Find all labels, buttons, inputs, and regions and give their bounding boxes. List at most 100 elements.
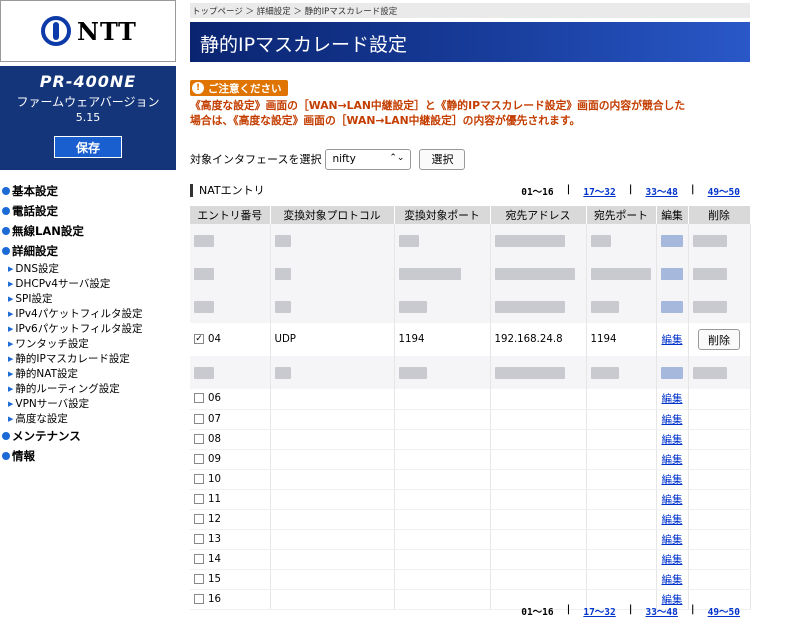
triangle-right-icon: ▶ xyxy=(8,414,14,423)
entry-checkbox[interactable] xyxy=(194,433,204,444)
menu-advanced[interactable]: ▶ 高度な設定 xyxy=(2,411,180,426)
menu-maintenance[interactable]: メンテナンス xyxy=(2,426,180,446)
empty-cell xyxy=(688,509,751,530)
col-protocol: 変換対象プロトコル xyxy=(270,206,395,224)
edit-link[interactable]: 編集 xyxy=(662,554,683,566)
redacted-block xyxy=(194,300,214,313)
entry-checkbox[interactable] xyxy=(194,513,204,524)
triangle-right-icon: ▶ xyxy=(8,324,14,333)
empty-cell xyxy=(688,429,751,450)
entry-checkbox[interactable] xyxy=(194,473,204,484)
entry-checkbox[interactable] xyxy=(194,553,204,564)
entry-number: 09 xyxy=(208,453,221,465)
select-button[interactable]: 選択 xyxy=(419,148,466,170)
pager-current: 01〜16 xyxy=(521,607,554,618)
entry-checkbox[interactable] xyxy=(194,453,204,464)
entry-checkbox[interactable] xyxy=(194,573,204,584)
entry-checkbox[interactable] xyxy=(194,393,204,404)
entry-checkbox[interactable] xyxy=(194,533,204,544)
redacted-block xyxy=(692,234,727,247)
empty-cell xyxy=(270,509,395,530)
redacted-block xyxy=(274,267,291,280)
menu-dhcpv4[interactable]: ▶ DHCPv4サーバ設定 xyxy=(2,276,180,291)
redacted-block xyxy=(590,366,619,379)
menu-spi[interactable]: ▶ SPI設定 xyxy=(2,291,180,306)
menu-static-masquerade[interactable]: ▶ 静的IPマスカレード設定 xyxy=(2,351,180,366)
table-row-blurred xyxy=(190,257,751,290)
empty-cell xyxy=(394,469,491,490)
empty-cell xyxy=(586,489,657,510)
device-info: PR-400NE ファームウェアバージョン 5.15 保存 xyxy=(0,66,176,170)
table-row: 09 編集 xyxy=(190,449,751,470)
menu-basic[interactable]: 基本設定 xyxy=(2,181,180,201)
pager-separator: | xyxy=(565,184,572,195)
triangle-right-icon: ▶ xyxy=(8,339,14,348)
menu-phone[interactable]: 電話設定 xyxy=(2,201,180,221)
entry-04-number: 04 xyxy=(208,334,221,345)
empty-cell xyxy=(394,529,491,550)
table-row: 07 編集 xyxy=(190,409,751,430)
pager-link-49-50[interactable]: 49〜50 xyxy=(708,184,740,198)
entry-number: 12 xyxy=(208,513,221,525)
empty-cell xyxy=(394,449,491,470)
empty-cell xyxy=(688,549,751,570)
menu-onetouch[interactable]: ▶ ワンタッチ設定 xyxy=(2,336,180,351)
main-content: トップページ ＞ 詳細設定 ＞ 静的IPマスカレード設定 静的IPマスカレード設… xyxy=(190,0,751,626)
pager-link-17-32[interactable]: 17〜32 xyxy=(583,604,615,618)
pager-separator: | xyxy=(627,604,634,615)
edit-link[interactable]: 編集 xyxy=(662,534,683,546)
pager-current: 01〜16 xyxy=(521,187,554,198)
entry-04-checkbox[interactable]: ✓ xyxy=(194,334,204,344)
menu-wlan[interactable]: 無線LAN設定 xyxy=(2,221,180,241)
edit-link[interactable]: 編集 xyxy=(662,574,683,586)
table-row: 12 編集 xyxy=(190,509,751,530)
redacted-block xyxy=(660,234,683,247)
interface-row: 対象インタフェースを選択 nifty ⌃⌄ 選択 xyxy=(190,147,466,171)
menu-info[interactable]: 情報 xyxy=(2,446,180,466)
entry-checkbox[interactable] xyxy=(194,493,204,504)
col-delete: 削除 xyxy=(688,206,751,224)
entry-checkbox[interactable] xyxy=(194,593,204,604)
entry-number: 14 xyxy=(208,553,221,565)
edit-link[interactable]: 編集 xyxy=(662,393,683,405)
updown-arrow-icon: ⌃⌄ xyxy=(389,152,405,163)
triangle-right-icon: ▶ xyxy=(8,354,14,363)
empty-cell xyxy=(270,549,395,570)
logo-text: NTT xyxy=(77,16,137,46)
menu-dns-label: DNS設定 xyxy=(15,263,59,275)
redacted-block xyxy=(194,267,214,280)
menu-detail[interactable]: 詳細設定 xyxy=(2,241,180,261)
menu-static-nat[interactable]: ▶ 静的NAT設定 xyxy=(2,366,180,381)
pager-link-17-32[interactable]: 17〜32 xyxy=(583,184,615,198)
pager-link-33-48[interactable]: 33〜48 xyxy=(645,184,677,198)
pager-link-33-48[interactable]: 33〜48 xyxy=(645,604,677,618)
interface-select[interactable]: nifty ⌃⌄ xyxy=(325,148,412,170)
save-button[interactable]: 保存 xyxy=(54,136,122,158)
menu-ipv6-filter[interactable]: ▶ IPv6パケットフィルタ設定 xyxy=(2,321,180,336)
edit-link[interactable]: 編集 xyxy=(662,474,683,486)
entry-checkbox[interactable] xyxy=(194,413,204,424)
entry-04-edit-link[interactable]: 編集 xyxy=(662,334,683,346)
redacted-block xyxy=(274,366,291,379)
menu-vpn-server[interactable]: ▶ VPNサーバ設定 xyxy=(2,396,180,411)
edit-link[interactable]: 編集 xyxy=(662,434,683,446)
menu-ipv4-filter[interactable]: ▶ IPv4パケットフィルタ設定 xyxy=(2,306,180,321)
empty-cell xyxy=(270,389,395,410)
edit-link[interactable]: 編集 xyxy=(662,414,683,426)
menu-dns[interactable]: ▶ DNS設定 xyxy=(2,261,180,276)
pager-link-49-50[interactable]: 49〜50 xyxy=(708,604,740,618)
redacted-block xyxy=(660,300,683,313)
edit-link[interactable]: 編集 xyxy=(662,514,683,526)
col-dest-port: 宛先ポート xyxy=(586,206,657,224)
entry-04-delete-button[interactable]: 削除 xyxy=(698,329,740,350)
warning-line-2: 場合は、《高度な設定》画面の［WAN→LAN中継設定］の内容が優先されます。 xyxy=(190,114,581,127)
edit-link[interactable]: 編集 xyxy=(662,494,683,506)
redacted-block xyxy=(398,267,461,280)
empty-cell xyxy=(688,469,751,490)
menu-static-routing[interactable]: ▶ 静的ルーティング設定 xyxy=(2,381,180,396)
entry-04-port: 1194 xyxy=(394,323,491,356)
bullet-icon xyxy=(2,432,10,440)
empty-cell xyxy=(270,429,395,450)
redacted-block xyxy=(590,234,611,247)
edit-link[interactable]: 編集 xyxy=(662,454,683,466)
